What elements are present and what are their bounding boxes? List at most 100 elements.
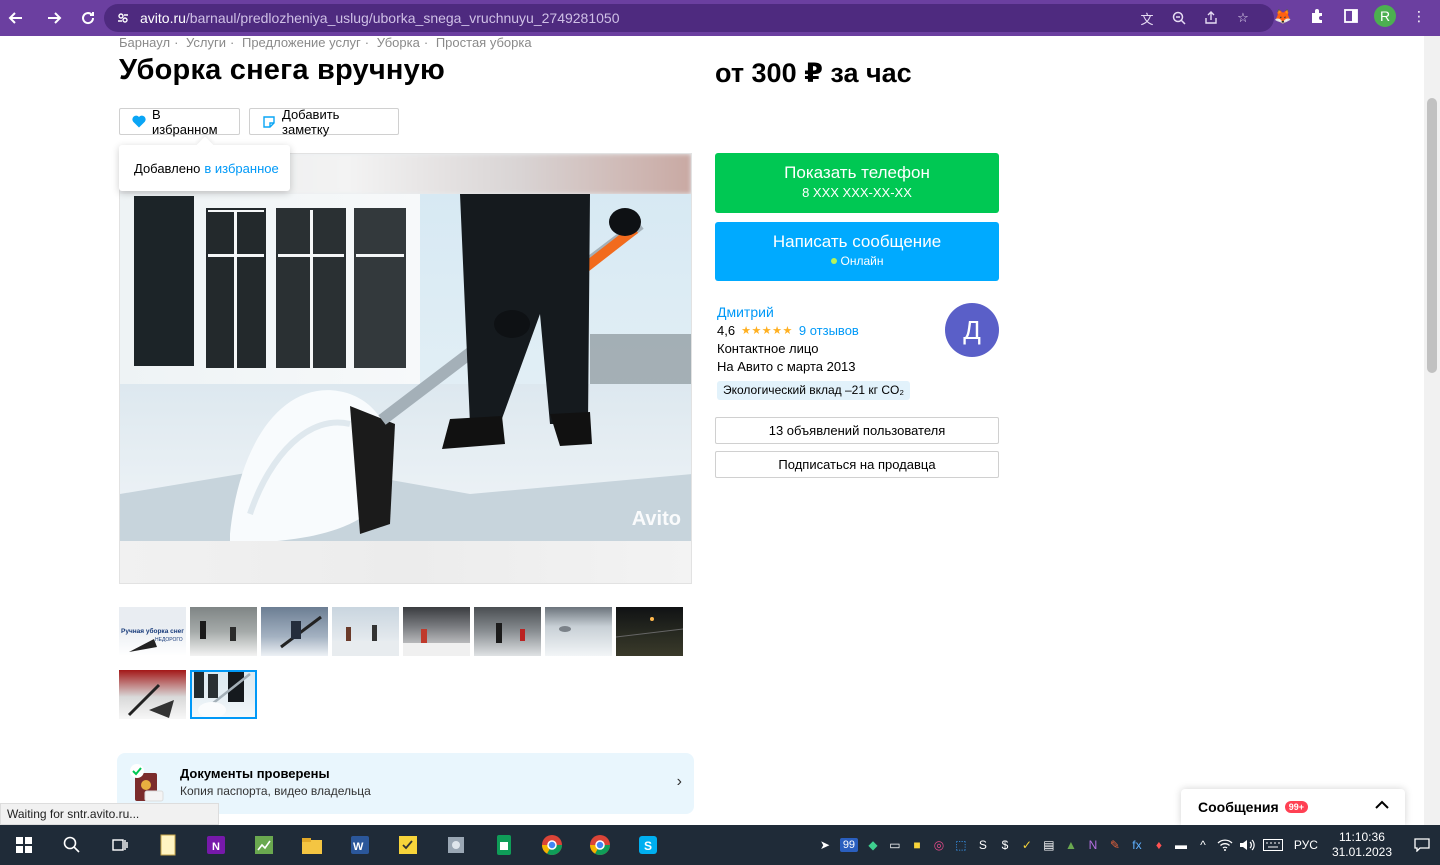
note-tray-icon[interactable]: ■ [906,825,928,865]
task-view-icon[interactable] [96,825,144,865]
thumbnail[interactable] [119,670,186,719]
add-note-label: Добавить заметку [282,106,340,137]
shield-icon[interactable]: ◆ [862,825,884,865]
show-phone-button[interactable]: Показать телефон 8 XXX XXX-XX-XX [715,153,999,213]
tray-badge[interactable]: 99 [836,825,862,865]
capture-tray-icon[interactable]: ⬚ [950,825,972,865]
chevron-up-icon[interactable] [1375,797,1389,813]
fox-extension-icon[interactable]: 🦊 [1272,5,1294,27]
side-panel-icon[interactable] [1340,5,1362,27]
telegram-tray-icon[interactable]: ➤ [814,825,836,865]
tool-tray-icon[interactable]: ✎ [1104,825,1126,865]
zoom-icon[interactable] [1170,9,1188,27]
site-info-icon[interactable] [116,11,130,25]
url-host: avito.ru [140,10,186,26]
sheets-app-icon[interactable] [480,825,528,865]
seller-avatar[interactable]: Д [945,303,999,357]
heart-icon [132,115,146,128]
thumbnail[interactable] [545,607,612,656]
svg-text:N: N [212,841,220,853]
avito-watermark: Avito [631,508,681,530]
wifi-icon[interactable] [1214,825,1236,865]
reviews-link[interactable]: 9 отзывов [799,323,859,338]
seller-since: На Авито с марта 2013 [717,359,856,374]
breadcrumb-item[interactable]: Услуги [186,36,226,50]
sticky-notes-icon[interactable] [384,825,432,865]
windows-start-icon[interactable] [0,825,48,865]
thumbnail-caption: Ручная уборка снег [121,627,184,635]
breadcrumb-item[interactable]: Уборка [377,36,420,50]
favorite-button[interactable]: В избранном [119,107,240,137]
documents-title: Документы проверены [180,766,330,781]
check-tray-icon[interactable]: ✓ [1016,825,1038,865]
thumbnail[interactable] [332,607,399,656]
battery-tray-icon[interactable]: ▬ [1170,825,1192,865]
breadcrumb-item[interactable]: Барнаул [119,36,170,50]
volume-icon[interactable] [1236,825,1258,865]
record-tray-icon[interactable]: ◎ [928,825,950,865]
documents-subtitle: Копия паспорта, видео владельца [180,784,371,798]
thumbnail-caption-2: НЕДОРОГО [155,637,183,643]
notepad-app-icon[interactable] [144,825,192,865]
chrome-profile-2-icon[interactable] [576,825,624,865]
messages-panel[interactable]: Сообщения 99+ [1181,789,1405,825]
page-scrollbar[interactable] [1424,36,1440,825]
reload-icon[interactable] [72,2,104,34]
thumbnail[interactable] [616,607,683,656]
share-icon[interactable] [1202,9,1220,27]
chevron-up-tray-icon[interactable]: ^ [1192,825,1214,865]
chrome-profile-1-icon[interactable] [528,825,576,865]
eco-badge[interactable]: Экологический вклад –21 кг CO₂ [717,381,910,400]
fx-tray-icon[interactable]: fx [1126,825,1148,865]
tooltip-text: Добавлено [134,160,201,176]
thumbnail[interactable] [403,607,470,656]
back-icon[interactable] [0,2,32,34]
add-note-button[interactable]: Добавить заметку [249,106,399,137]
dollar-tray-icon[interactable]: $ [994,825,1016,865]
show-phone-label: Показать телефон [784,163,930,182]
breadcrumb-item[interactable]: Простая уборка [436,36,532,50]
price: от 300 ₽ за час [715,58,912,88]
notifications-icon[interactable] [1404,825,1440,865]
system-clock[interactable]: 11:10:36 31.01.2023 [1332,830,1392,860]
file-explorer-icon[interactable] [288,825,336,865]
onenote-tray-icon[interactable]: N [1082,825,1104,865]
chart-app-icon[interactable] [240,825,288,865]
monitor-tray-icon[interactable]: ▭ [884,825,906,865]
favorite-tooltip: Добавлено в избранное [119,145,290,191]
skype-app-icon[interactable]: S [624,825,672,865]
main-photo[interactable]: Avito [119,153,692,584]
breadcrumb: Барнаул · Услуги · Предложение услуг · Убор… [119,36,532,50]
bookmark-star-icon[interactable]: ☆ [1234,9,1252,27]
window-tray-icon[interactable]: ▤ [1038,825,1060,865]
extensions-puzzle-icon[interactable] [1306,5,1328,27]
thumbnail-selected[interactable] [190,670,257,719]
language-indicator[interactable]: РУС [1288,825,1324,865]
flame-tray-icon[interactable]: ♦ [1148,825,1170,865]
search-icon[interactable] [48,825,96,865]
scrollbar-thumb[interactable] [1427,98,1437,373]
thumbnail[interactable] [190,607,257,656]
thumbnail[interactable] [261,607,328,656]
menu-kebab-icon[interactable]: ⋮ [1408,5,1430,27]
translate-icon[interactable]: 文 [1138,9,1156,27]
phone-masked: 8 XXX XXX-XX-XX [802,185,912,200]
skype-tray-icon[interactable]: S [972,825,994,865]
thumbnail[interactable] [474,607,541,656]
tooltip-favorites-link[interactable]: в избранное [204,161,278,176]
breadcrumb-item[interactable]: Предложение услуг [242,36,361,50]
keyboard-icon[interactable] [1258,825,1288,865]
word-app-icon[interactable]: W [336,825,384,865]
network-tray-icon[interactable]: ▲ [1060,825,1082,865]
subscribe-seller-button[interactable]: Подписаться на продавца [715,451,999,478]
browser-status-bar: Waiting for sntr.avito.ru... [0,803,219,825]
forward-icon[interactable] [38,2,70,34]
address-bar[interactable]: avito.ru/barnaul/predlozheniya_uslug/ubo… [104,4,1274,32]
gallery-app-icon[interactable] [432,825,480,865]
seller-name-link[interactable]: Дмитрий [717,304,774,320]
write-message-button[interactable]: Написать сообщение Онлайн [715,222,999,281]
thumbnail[interactable]: Ручная уборка снег НЕДОРОГО [119,607,186,656]
seller-ads-button[interactable]: 13 объявлений пользователя [715,417,999,444]
profile-avatar[interactable]: R [1374,5,1396,27]
onenote-app-icon[interactable]: N [192,825,240,865]
